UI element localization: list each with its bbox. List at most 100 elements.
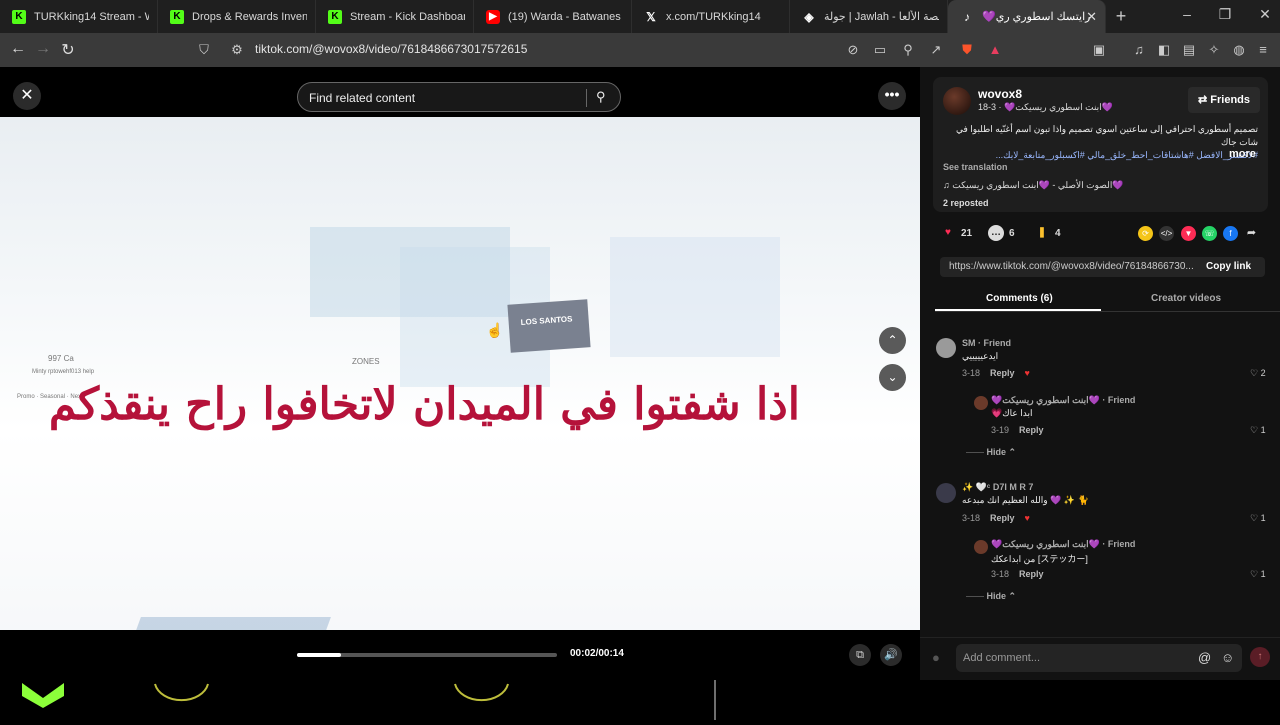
back-icon[interactable]: ← bbox=[7, 40, 29, 58]
like-stat[interactable]: ♥ 21 bbox=[940, 225, 972, 241]
search-icon[interactable]: ⚲ bbox=[596, 89, 606, 105]
reply-button[interactable]: Reply bbox=[1019, 569, 1044, 579]
wallet2-icon[interactable]: ▤ bbox=[1180, 41, 1198, 59]
mention-icon[interactable]: @ bbox=[1198, 650, 1211, 665]
install-app-icon[interactable]: ▭ bbox=[871, 41, 889, 59]
reply-button[interactable]: Reply bbox=[1019, 425, 1044, 435]
window-close-icon[interactable]: ✕ bbox=[1250, 6, 1280, 23]
next-video-icon[interactable]: ⌄ bbox=[879, 364, 906, 391]
comment-like-count: 1 bbox=[1260, 569, 1266, 579]
avatar[interactable] bbox=[974, 396, 988, 410]
reposted-label[interactable]: 2 reposted bbox=[943, 198, 989, 208]
copy-link-button[interactable]: Copy link bbox=[1206, 261, 1251, 272]
description-hashtags[interactable]: #لاكتشر_الافضل #هاشتاقات_احط_خلق_مالي #ا… bbox=[996, 150, 1258, 160]
tab-indicator bbox=[935, 309, 1101, 311]
browser-tab[interactable]: 𝕏x.com/TURKking14 bbox=[632, 0, 790, 33]
send-to-friends-icon[interactable]: ▼ bbox=[1181, 226, 1196, 241]
send-icon[interactable]: ↑ bbox=[1250, 647, 1270, 667]
site-settings-icon[interactable]: ⚙ bbox=[228, 41, 246, 59]
more-link[interactable]: more bbox=[1229, 148, 1256, 160]
minimize-icon[interactable]: – bbox=[1172, 6, 1202, 22]
video-player[interactable]: LOS SANTOS 997 Ca Minty rptowehf013 help… bbox=[0, 117, 920, 685]
video-ui-text: Minty rptowehf013 help bbox=[32, 369, 95, 375]
video-caption: اذا شفتوا في الميدان لاتخافوا راح ينقذكم bbox=[48, 379, 800, 430]
share-icon[interactable]: ↗ bbox=[927, 41, 945, 59]
heart-outline-icon: ♡ bbox=[1250, 569, 1261, 579]
sidebar-icon[interactable]: ◧ bbox=[1155, 41, 1173, 59]
friends-button[interactable]: ⇄ Friends bbox=[1188, 87, 1260, 113]
zoom-icon[interactable]: ⚲ bbox=[899, 41, 917, 59]
video-link[interactable]: https://www.tiktok.com/@wovox8/video/761… bbox=[949, 261, 1194, 272]
avatar[interactable] bbox=[936, 338, 956, 358]
comment-author[interactable]: 💜ابنت اسطوري ريسيكت💜 · Friend bbox=[991, 539, 1135, 550]
volume-icon[interactable]: 🔊 bbox=[880, 644, 902, 666]
reply-button[interactable]: Reply bbox=[990, 368, 1015, 378]
comment-text: ايدعيييييي bbox=[962, 351, 999, 361]
browser-tab-active[interactable]: ♪ 💜رايتسك اسطوري ري ✕ bbox=[948, 0, 1106, 33]
hide-replies-button[interactable]: —— Hide ⌃ bbox=[966, 447, 1016, 458]
bookmark-icon: ❚ bbox=[1037, 227, 1047, 238]
comment-icon: … bbox=[988, 225, 1004, 241]
comment-like[interactable]: ♡ 1 bbox=[1250, 569, 1266, 580]
new-tab-icon[interactable]: + bbox=[1106, 6, 1136, 27]
previous-video-icon[interactable]: ⌃ bbox=[879, 327, 906, 354]
progress-fill bbox=[297, 653, 342, 657]
tab-label: (19) Warda - Batwanes bbox=[508, 10, 621, 23]
comment-like[interactable]: ♡ 2 bbox=[1250, 368, 1266, 379]
comment-like[interactable]: ♡ 1 bbox=[1250, 513, 1266, 524]
comment-stat[interactable]: … 6 bbox=[988, 225, 1015, 241]
progress-bar[interactable] bbox=[297, 653, 557, 657]
avatar[interactable] bbox=[974, 540, 988, 554]
browser-tab[interactable]: ◈ جولة | Jawlah - منصة الألعا bbox=[790, 0, 948, 33]
tab-creator-videos[interactable]: Creator videos bbox=[1151, 293, 1221, 304]
menu-icon[interactable]: ≡ bbox=[1254, 41, 1272, 59]
bookmark-icon[interactable]: ⛉ bbox=[195, 41, 213, 59]
comment-author[interactable]: 💜ابنت اسطوري ريسيكت💜 · Friend bbox=[991, 395, 1135, 406]
sound-link[interactable]: ♫ الصوت الأصلي - 💜ابنت اسطوري ريسيكت💜 bbox=[943, 180, 1124, 191]
forward-icon[interactable]: → bbox=[32, 40, 54, 58]
reply-button[interactable]: Reply bbox=[990, 513, 1015, 523]
url-field[interactable]: tiktok.com/@wovox8/video/761848667301757… bbox=[255, 42, 527, 56]
browser-tab[interactable]: K Stream - Kick Dashboard bbox=[316, 0, 474, 33]
vpn-icon[interactable]: ◍ bbox=[1230, 41, 1248, 59]
see-translation-link[interactable]: See translation bbox=[943, 162, 1008, 172]
close-tab-icon[interactable]: ✕ bbox=[1086, 9, 1097, 25]
avatar[interactable] bbox=[936, 483, 956, 503]
divider bbox=[586, 89, 587, 107]
repost-icon[interactable]: ⟳ bbox=[1138, 226, 1153, 241]
facebook-icon[interactable]: f bbox=[1223, 226, 1238, 241]
more-options-icon[interactable]: ••• bbox=[878, 82, 906, 110]
share-more-icon[interactable]: ➦ bbox=[1244, 226, 1259, 241]
brave-rewards-icon[interactable]: ▲ bbox=[986, 41, 1004, 59]
related-search-input[interactable]: Find related content ⚲ bbox=[297, 82, 621, 112]
panel-tabs: Comments (6) Creator videos bbox=[935, 287, 1280, 312]
username[interactable]: wovox8 bbox=[978, 87, 1022, 101]
comment-like[interactable]: ♡ 1 bbox=[1250, 425, 1266, 436]
browser-tab[interactable]: K TURKking14 Stream - Wat bbox=[0, 0, 158, 33]
comment-placeholder: Add comment... bbox=[963, 652, 1041, 664]
emoji-icon[interactable]: ☺ bbox=[1221, 650, 1234, 665]
browser-tab[interactable]: K Drops & Rewards Inventor bbox=[158, 0, 316, 33]
whatsapp-icon[interactable]: ☏ bbox=[1202, 226, 1217, 241]
comment-author[interactable]: ✨ 🤍ᶜ D7I M R 7 bbox=[962, 482, 1033, 493]
maximize-icon[interactable]: ❐ bbox=[1210, 6, 1240, 23]
leo-ai-icon[interactable]: ✧ bbox=[1205, 41, 1223, 59]
divider: —— bbox=[966, 591, 987, 601]
browser-tab[interactable]: ▶ (19) Warda - Batwanes bbox=[474, 0, 632, 33]
avatar[interactable] bbox=[943, 87, 971, 115]
decor-arc bbox=[154, 683, 209, 702]
embed-icon[interactable]: </> bbox=[1159, 226, 1174, 241]
close-icon[interactable]: ✕ bbox=[13, 82, 41, 110]
comment-input[interactable]: Add comment... @ ☺ bbox=[956, 644, 1242, 672]
brave-shield-icon[interactable]: ⛊ bbox=[958, 41, 976, 59]
reload-icon[interactable]: ↻ bbox=[57, 40, 79, 60]
music-icon[interactable]: ♫ bbox=[1130, 41, 1148, 59]
wallet-icon[interactable]: ▣ bbox=[1090, 41, 1108, 59]
pip-icon[interactable]: ⧉ bbox=[849, 644, 871, 666]
comment-author[interactable]: SM · Friend bbox=[962, 338, 1011, 348]
tab-comments[interactable]: Comments (6) bbox=[986, 293, 1053, 304]
save-stat[interactable]: ❚ 4 bbox=[1034, 225, 1061, 241]
comment-like-count: 2 bbox=[1260, 368, 1266, 378]
hide-replies-button[interactable]: —— Hide ⌃ bbox=[966, 591, 1016, 602]
no-camera-icon[interactable]: ⊘ bbox=[844, 41, 862, 59]
